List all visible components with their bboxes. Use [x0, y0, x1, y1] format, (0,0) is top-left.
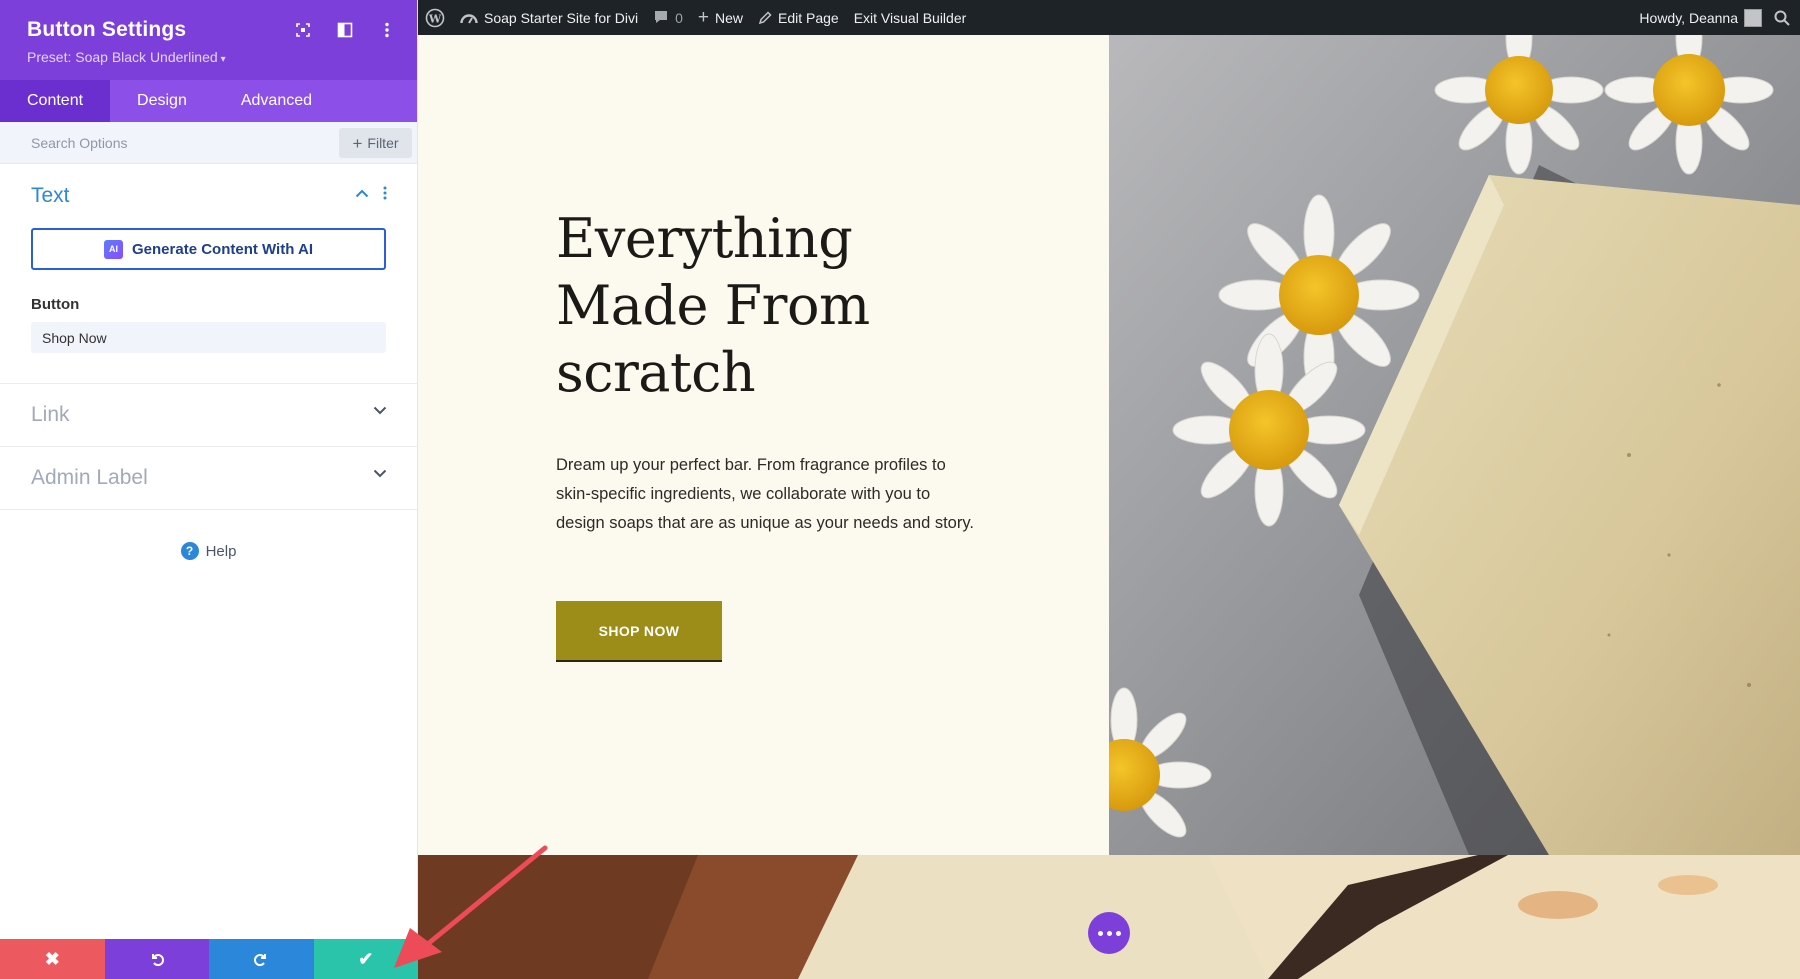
wordpress-icon: W: [425, 8, 445, 27]
dot-icon: [1115, 930, 1121, 936]
tab-content[interactable]: Content: [0, 80, 111, 122]
admin-label-section-title: Admin Label: [31, 466, 148, 489]
site-name: Soap Starter Site for Divi: [484, 9, 639, 26]
chevron-up-icon[interactable]: [355, 189, 369, 198]
tab-advanced[interactable]: Advanced: [214, 80, 339, 122]
split-view-icon[interactable]: [335, 20, 355, 40]
more-options-icon[interactable]: [377, 20, 397, 40]
dashboard-icon: [460, 13, 478, 24]
link-section: Link: [0, 384, 417, 447]
filter-button[interactable]: + Filter: [339, 128, 412, 158]
caret-down-icon: ▾: [220, 54, 226, 65]
wordpress-logo-button[interactable]: W: [425, 8, 445, 28]
generate-ai-button[interactable]: AI Generate Content With AI: [31, 228, 386, 270]
expand-icon[interactable]: [293, 20, 313, 40]
button-field-label: Button: [31, 296, 80, 313]
hero-description[interactable]: Dream up your perfect bar. From fragranc…: [556, 451, 976, 538]
preset-selector[interactable]: Preset: Soap Black Underlined ▾: [27, 49, 417, 65]
help-link[interactable]: ? Help: [0, 542, 417, 560]
svg-text:W: W: [428, 12, 442, 25]
wp-admin-bar: W Soap Starter Site for Divi 0 + New Edi…: [418, 0, 1800, 35]
edit-page-label: Edit Page: [777, 9, 839, 26]
hero-text-column: Everything Made From scratch Dream up yo…: [418, 35, 1109, 855]
redo-button[interactable]: [209, 939, 314, 979]
dot-icon: [1106, 930, 1112, 936]
soap-photo-illustration: [1109, 35, 1800, 855]
edit-page-link[interactable]: Edit Page: [758, 10, 839, 26]
panel-tabs: Content Design Advanced: [0, 80, 417, 122]
preset-label: Preset: Soap Black Underlined: [27, 49, 218, 65]
check-icon: ✔: [358, 948, 374, 969]
button-text-input[interactable]: [31, 322, 386, 353]
hero-title-line-1: Everything: [556, 207, 853, 270]
panel-footer: ✖ ✔: [0, 939, 418, 979]
page-canvas: Everything Made From scratch Dream up yo…: [418, 35, 1800, 979]
shop-now-button[interactable]: SHOP NOW: [556, 601, 722, 662]
discard-button[interactable]: ✖: [0, 939, 105, 979]
chevron-down-icon[interactable]: [373, 406, 387, 415]
text-section-title: Text: [31, 184, 70, 207]
undo-icon: [151, 954, 164, 967]
settings-panel: Button Settings Preset: Soap Black Under…: [0, 0, 418, 979]
new-content-link[interactable]: + New: [698, 8, 743, 27]
text-section-controls: [355, 186, 387, 200]
search-row: + Filter: [0, 122, 417, 164]
admin-bar-right: Howdy, Deanna: [1639, 0, 1790, 35]
save-button[interactable]: ✔: [313, 939, 418, 979]
hero-title-line-3: scratch: [556, 341, 756, 404]
search-options-input[interactable]: [31, 122, 331, 164]
link-section-toggle[interactable]: Link: [0, 384, 417, 446]
undo-button[interactable]: [104, 939, 209, 979]
chevron-down-icon[interactable]: [373, 469, 387, 478]
comments-link[interactable]: 0: [653, 10, 683, 26]
text-section: Text AI Generate Content With AI Button: [0, 164, 417, 384]
help-icon: ?: [180, 542, 199, 560]
help-label: Help: [205, 542, 237, 560]
hero-title-line-2: Made From: [556, 274, 870, 337]
page-settings-fab[interactable]: [1088, 912, 1130, 954]
link-section-title: Link: [31, 403, 70, 426]
hero-image-soap-chamomile[interactable]: [1109, 35, 1800, 855]
exit-builder-label: Exit Visual Builder: [853, 9, 967, 26]
hero-title[interactable]: Everything Made From scratch: [556, 205, 976, 406]
comment-icon: [655, 11, 668, 23]
pencil-icon: [758, 10, 772, 24]
search-icon[interactable]: [1774, 10, 1790, 26]
tab-design[interactable]: Design: [110, 80, 214, 122]
plus-icon: +: [352, 133, 363, 153]
plus-icon: +: [697, 7, 709, 28]
avatar: [1744, 8, 1762, 27]
redo-icon: [254, 954, 267, 967]
link-section-controls: [373, 406, 387, 415]
generate-ai-label: Generate Content With AI: [132, 240, 313, 258]
close-icon: ✖: [44, 948, 60, 969]
ai-icon: AI: [104, 239, 123, 259]
dot-icon: [1097, 930, 1103, 936]
new-label: New: [714, 9, 743, 26]
section-menu-icon[interactable]: [383, 186, 387, 200]
admin-label-section: Admin Label: [0, 447, 417, 510]
admin-label-section-controls: [373, 469, 387, 478]
panel-header: Button Settings Preset: Soap Black Under…: [0, 0, 417, 80]
admin-label-section-toggle[interactable]: Admin Label: [0, 447, 417, 509]
site-name-link[interactable]: Soap Starter Site for Divi: [460, 10, 638, 26]
greeting: Howdy, Deanna: [1639, 9, 1738, 26]
panel-header-icons: [293, 20, 397, 40]
filter-label: Filter: [367, 135, 399, 151]
user-menu[interactable]: Howdy, Deanna: [1639, 8, 1762, 27]
comments-count: 0: [675, 9, 683, 26]
exit-visual-builder-link[interactable]: Exit Visual Builder: [854, 10, 967, 26]
